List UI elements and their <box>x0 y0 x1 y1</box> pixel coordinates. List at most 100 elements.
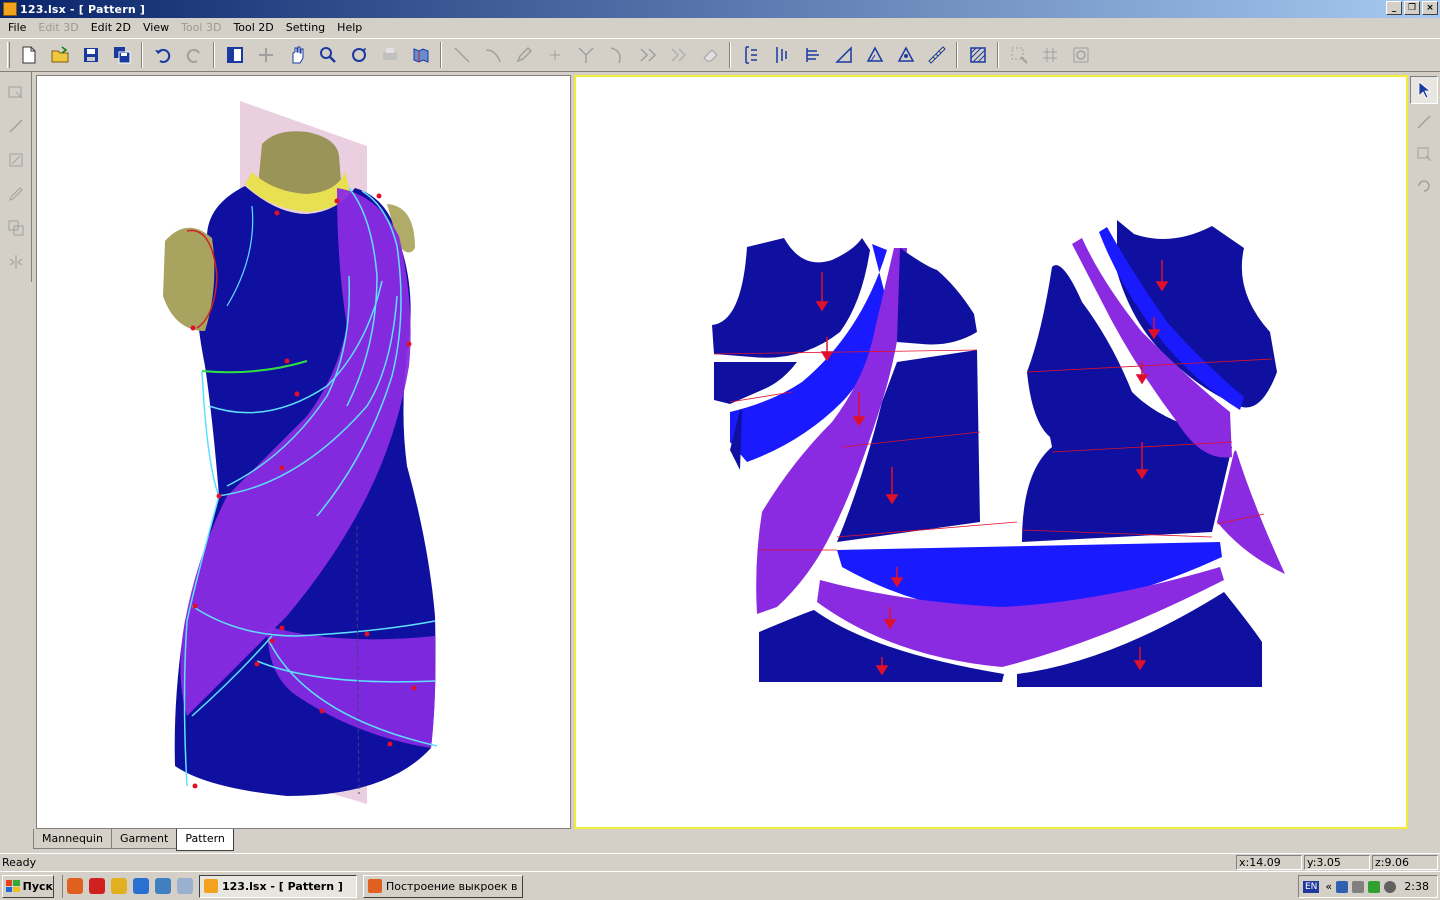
zoom-icon[interactable] <box>314 42 341 68</box>
tray-expand-chevron[interactable]: « <box>1325 880 1332 893</box>
open-folder-icon[interactable] <box>46 42 73 68</box>
network-icon[interactable] <box>1336 880 1349 893</box>
title-bar[interactable]: 123.lsx - [ Pattern ] _ ❐ × <box>0 0 1440 18</box>
tab-garment[interactable]: Garment <box>110 829 178 849</box>
window-controls: _ ❐ × <box>1386 1 1438 15</box>
curve-tool-icon[interactable] <box>479 42 506 68</box>
bend-icon[interactable] <box>603 42 630 68</box>
pencil-icon[interactable] <box>510 42 537 68</box>
menu-file[interactable]: File <box>2 18 32 38</box>
toolbar-separator <box>141 42 143 68</box>
line-tool-icon[interactable] <box>448 42 475 68</box>
firefox-icon[interactable] <box>67 878 83 894</box>
signal-icon[interactable] <box>1368 880 1381 893</box>
toolbar-grip[interactable] <box>7 42 10 68</box>
edit-3d-icon[interactable] <box>2 146 30 174</box>
grade-icon[interactable] <box>799 42 826 68</box>
toolbar-separator <box>956 42 958 68</box>
restore-button[interactable]: ❐ <box>1404 1 1420 15</box>
windows-logo-icon <box>6 880 20 892</box>
triangle-icon[interactable] <box>861 42 888 68</box>
pattern-layout[interactable] <box>576 77 1406 827</box>
tab-mannequin[interactable]: Mannequin <box>33 829 112 849</box>
language-indicator[interactable]: EN <box>1303 880 1320 893</box>
antivirus-icon[interactable] <box>1384 880 1397 893</box>
pen-3d-icon[interactable] <box>2 180 30 208</box>
print-icon[interactable] <box>376 42 403 68</box>
viewport-2d-pattern[interactable] <box>574 75 1408 829</box>
internet-explorer-icon[interactable] <box>133 878 149 894</box>
menu-setting[interactable]: Setting <box>280 18 331 38</box>
quick-launch <box>62 874 193 898</box>
tab-pattern[interactable]: Pattern <box>176 829 234 851</box>
opera-icon[interactable] <box>89 878 105 894</box>
triangle-alt-icon[interactable] <box>892 42 919 68</box>
menu-view[interactable]: View <box>137 18 175 38</box>
redo-icon[interactable] <box>180 42 207 68</box>
firefox-task-icon <box>368 879 382 893</box>
status-z-coordinate: z:9.06 <box>1372 854 1438 870</box>
messenger-icon[interactable] <box>111 878 127 894</box>
split-icon[interactable] <box>572 42 599 68</box>
fit-view-icon[interactable] <box>345 42 372 68</box>
rotate-icon[interactable] <box>252 42 279 68</box>
copy-3d-icon[interactable] <box>2 214 30 242</box>
window-title: 123.lsx - [ Pattern ] <box>20 2 146 16</box>
undo-icon[interactable] <box>149 42 176 68</box>
refresh-icon[interactable] <box>1067 42 1094 68</box>
status-y-coordinate: y:3.05 <box>1304 854 1370 870</box>
point-icon[interactable] <box>541 42 568 68</box>
transform-2d-icon[interactable] <box>1410 140 1438 168</box>
mirror-3d-icon[interactable] <box>2 248 30 276</box>
task-label: Построение выкроек в ... <box>386 879 523 893</box>
system-tray: EN « 2:38 <box>1298 875 1438 898</box>
menu-tool-3d[interactable]: Tool 3D <box>175 18 227 38</box>
task-button-app[interactable]: 123.lsx - [ Pattern ] <box>199 874 357 898</box>
select-area-icon[interactable] <box>1005 42 1032 68</box>
draw-line-3d-icon[interactable] <box>2 112 30 140</box>
status-x-coordinate: x:14.09 <box>1236 854 1302 870</box>
menu-bar: File Edit 3D Edit 2D View Tool 3D Tool 2… <box>0 18 1440 38</box>
pointer-arrow-icon[interactable] <box>1410 76 1438 104</box>
task-button-browser[interactable]: Построение выкроек в ... <box>363 874 523 898</box>
select-3d-icon[interactable] <box>2 78 30 106</box>
toolbar-separator <box>997 42 999 68</box>
hatch-icon[interactable] <box>964 42 991 68</box>
viewport-3d[interactable] <box>36 75 571 829</box>
right-toolbar <box>1408 72 1440 222</box>
start-button[interactable]: Пуск <box>2 874 54 898</box>
start-label: Пуск <box>22 879 53 893</box>
new-file-icon[interactable] <box>15 42 42 68</box>
ruler-icon[interactable] <box>923 42 950 68</box>
measure-vertical-icon[interactable] <box>737 42 764 68</box>
main-toolbar <box>0 38 1440 72</box>
volume-icon[interactable] <box>1352 880 1365 893</box>
toolbar-separator <box>729 42 731 68</box>
menu-edit-2d[interactable]: Edit 2D <box>85 18 137 38</box>
join-icon[interactable] <box>634 42 661 68</box>
merge-icon[interactable] <box>665 42 692 68</box>
measure-horizontal-icon[interactable] <box>768 42 795 68</box>
minimize-button[interactable]: _ <box>1386 1 1402 15</box>
menu-help[interactable]: Help <box>331 18 368 38</box>
show-desktop-icon[interactable] <box>177 878 193 894</box>
draw-2d-icon[interactable] <box>1410 108 1438 136</box>
mannequin-render[interactable] <box>37 76 571 829</box>
pan-hand-icon[interactable] <box>283 42 310 68</box>
layout-icon[interactable] <box>221 42 248 68</box>
map-icon[interactable] <box>407 42 434 68</box>
menu-tool-2d[interactable]: Tool 2D <box>227 18 279 38</box>
clock[interactable]: 2:38 <box>1404 880 1429 893</box>
view-tabs: Mannequin Garment Pattern <box>33 829 234 851</box>
menu-edit-3d[interactable]: Edit 3D <box>32 18 84 38</box>
outlook-icon[interactable] <box>155 878 171 894</box>
app-icon <box>3 2 17 16</box>
angle-icon[interactable] <box>830 42 857 68</box>
rotate-2d-icon[interactable] <box>1410 172 1438 200</box>
app-task-icon <box>204 879 218 893</box>
save-icon[interactable] <box>77 42 104 68</box>
close-button[interactable]: × <box>1422 1 1438 15</box>
grid-icon[interactable] <box>1036 42 1063 68</box>
save-all-icon[interactable] <box>108 42 135 68</box>
eraser-icon[interactable] <box>696 42 723 68</box>
